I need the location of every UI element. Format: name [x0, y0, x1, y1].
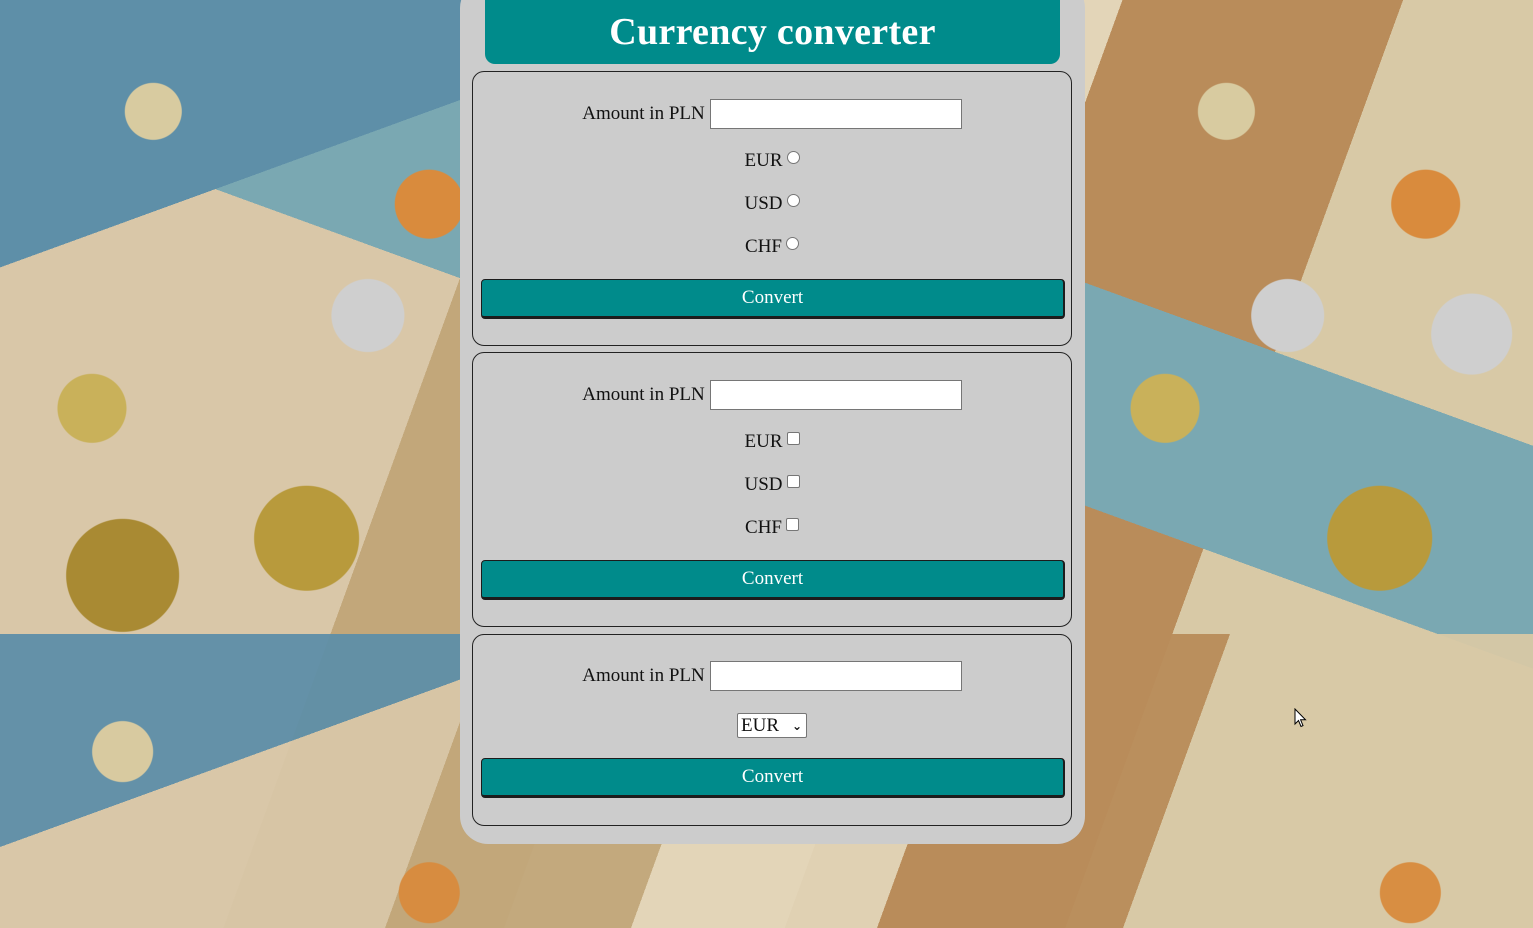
- header-bar: Currency converter: [485, 0, 1060, 64]
- amount-row: Amount in PLN: [473, 661, 1071, 691]
- option-row-usd: USD: [473, 472, 1071, 495]
- amount-input[interactable]: [709, 661, 962, 691]
- amount-input[interactable]: [709, 380, 962, 410]
- mouse-pointer-icon: [1294, 708, 1307, 728]
- select-row: EUR ⌄: [473, 713, 1071, 738]
- option-row-eur: EUR: [473, 429, 1071, 452]
- radio-usd[interactable]: [786, 193, 800, 207]
- option-label-usd: USD: [744, 474, 783, 495]
- converter-form-radio: Amount in PLN EUR USD CHF Convert: [472, 71, 1072, 346]
- currency-select-value: EUR: [741, 714, 779, 736]
- currency-select[interactable]: EUR ⌄: [737, 713, 807, 738]
- option-label-eur: EUR: [744, 150, 783, 171]
- radio-chf[interactable]: [785, 236, 799, 250]
- option-label-chf: CHF: [745, 236, 782, 257]
- amount-label: Amount in PLN: [582, 103, 705, 124]
- radio-eur[interactable]: [786, 150, 800, 164]
- option-label-eur: EUR: [744, 431, 783, 452]
- checkbox-chf[interactable]: [785, 517, 799, 531]
- convert-button[interactable]: Convert: [481, 560, 1065, 600]
- chevron-down-icon: ⌄: [791, 718, 802, 733]
- option-row-eur: EUR: [473, 148, 1071, 171]
- option-label-chf: CHF: [745, 517, 782, 538]
- amount-label: Amount in PLN: [582, 384, 705, 405]
- option-label-usd: USD: [744, 193, 783, 214]
- converter-form-checkbox: Amount in PLN EUR USD CHF Convert: [472, 352, 1072, 627]
- checkbox-usd[interactable]: [786, 474, 800, 488]
- convert-button[interactable]: Convert: [481, 279, 1065, 319]
- option-row-chf: CHF: [473, 234, 1071, 257]
- checkbox-eur[interactable]: [786, 431, 800, 445]
- amount-input[interactable]: [709, 99, 962, 129]
- option-row-chf: CHF: [473, 515, 1071, 538]
- convert-button[interactable]: Convert: [481, 758, 1065, 798]
- amount-label: Amount in PLN: [582, 665, 705, 686]
- amount-row: Amount in PLN: [473, 99, 1071, 129]
- page-title: Currency converter: [609, 11, 936, 53]
- option-row-usd: USD: [473, 191, 1071, 214]
- amount-row: Amount in PLN: [473, 380, 1071, 410]
- converter-form-select: Amount in PLN EUR ⌄ Convert: [472, 634, 1072, 826]
